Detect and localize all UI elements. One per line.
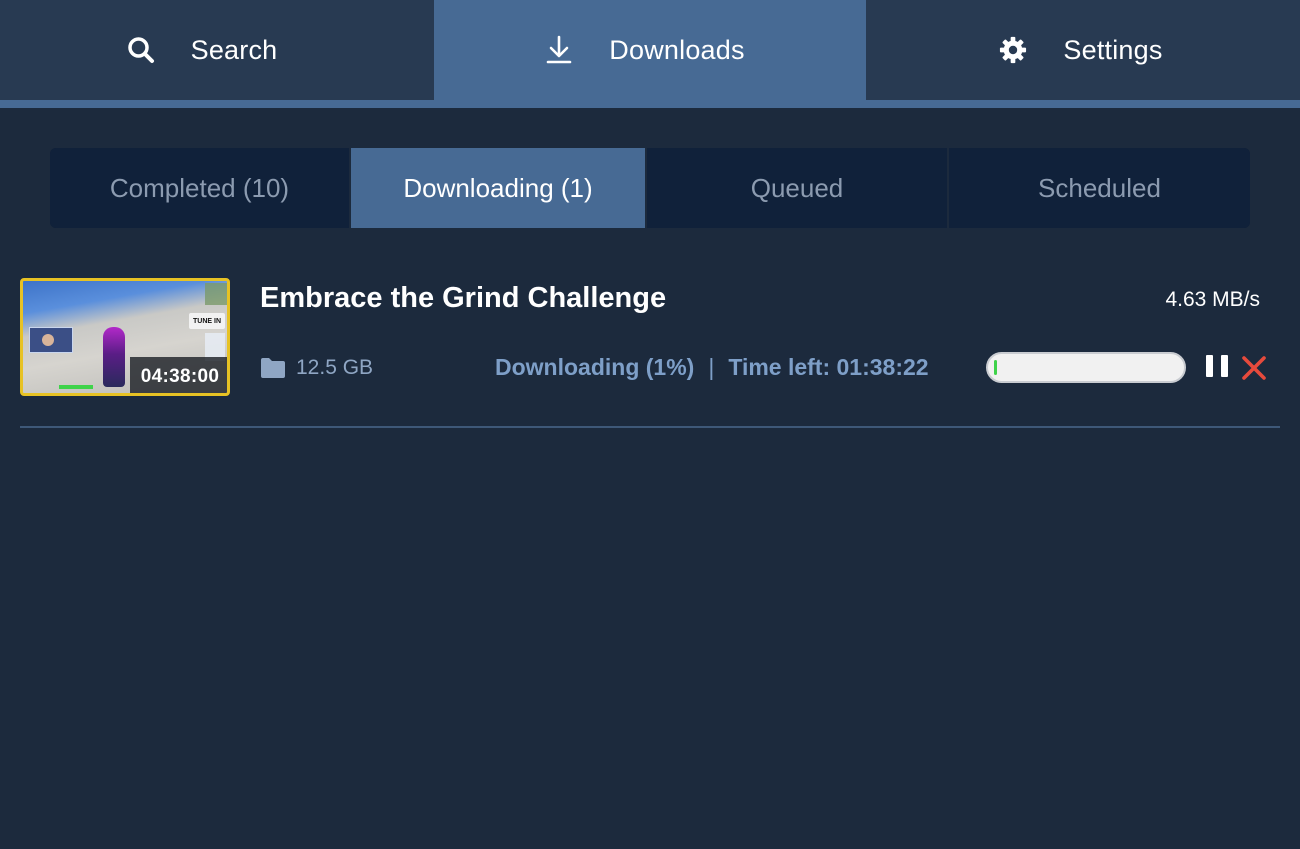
download-item: TUNE IN 04:38:00 Embrace the Grind Chall… [20, 278, 1280, 428]
thumbnail-character [103, 327, 125, 387]
download-progress-bar [986, 352, 1186, 383]
video-thumbnail[interactable]: TUNE IN 04:38:00 [20, 278, 230, 396]
nav-tab-label: Downloads [609, 34, 745, 65]
time-left: Time left: 01:38:22 [728, 354, 929, 380]
search-icon [127, 36, 155, 64]
pause-icon-bar [1221, 355, 1228, 377]
nav-tab-label: Settings [1063, 34, 1163, 65]
thumbnail-badge: TUNE IN [189, 313, 225, 329]
tab-queued[interactable]: Queued [647, 148, 949, 228]
gear-icon [999, 36, 1027, 64]
download-status: Downloading (1%) | Time left: 01:38:22 [495, 354, 929, 381]
download-icon [545, 35, 573, 64]
download-status-tabs: Completed (10) Downloading (1) Queued Sc… [50, 148, 1250, 228]
top-navigation: Search Downloads Settings [0, 0, 1300, 108]
cancel-button[interactable] [1240, 354, 1268, 382]
pause-button[interactable] [1206, 355, 1228, 379]
thumbnail-minimap [205, 283, 227, 305]
pause-icon-bar [1206, 355, 1213, 377]
status-separator: | [708, 354, 715, 380]
video-duration: 04:38:00 [130, 357, 227, 393]
video-title: Embrace the Grind Challenge [260, 282, 667, 314]
close-icon [1242, 356, 1266, 380]
tab-downloading[interactable]: Downloading (1) [351, 148, 647, 228]
nav-tab-search[interactable]: Search [0, 0, 434, 100]
nav-tab-downloads[interactable]: Downloads [434, 0, 866, 108]
nav-tab-label: Search [190, 34, 278, 65]
tab-completed[interactable]: Completed (10) [50, 148, 351, 228]
thumbnail-webcam [29, 327, 73, 353]
folder-icon [260, 357, 286, 379]
progress-fill [994, 360, 997, 375]
status-text: Downloading (1%) [495, 354, 695, 380]
download-speed: 4.63 MB/s [1165, 288, 1260, 311]
file-size-label: 12.5 GB [296, 356, 374, 379]
nav-tab-settings[interactable]: Settings [866, 0, 1300, 100]
file-size: 12.5 GB [260, 356, 373, 380]
tab-scheduled[interactable]: Scheduled [949, 148, 1250, 228]
thumbnail-health-bar [59, 385, 93, 389]
